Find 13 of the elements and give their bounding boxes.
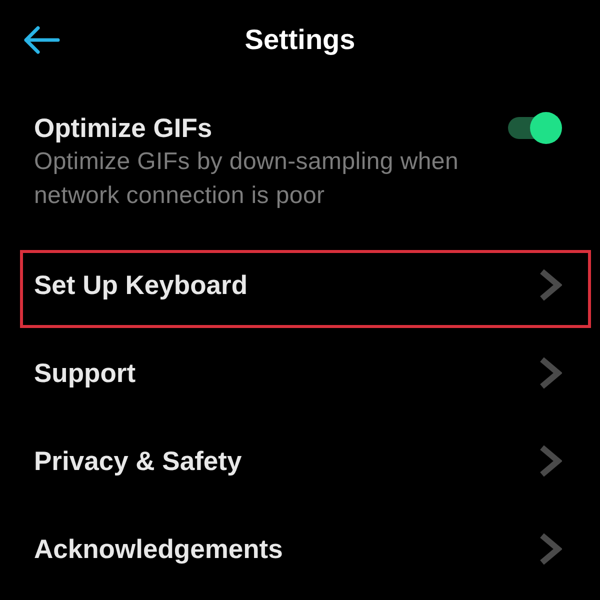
chevron-icon	[539, 357, 562, 389]
menu-item[interactable]: Acknowledgements	[20, 514, 591, 592]
chevron-icon	[539, 533, 562, 565]
setting-description: Optimize GIFs by down-sampling when network connection is poor	[34, 147, 460, 211]
menu-item[interactable]: Set Up Keyboard	[20, 250, 591, 328]
chevron-icon	[539, 269, 562, 301]
menu-item[interactable]: Privacy & Safety	[20, 426, 591, 504]
chevron-icon	[539, 445, 562, 477]
page-title: Settings	[244, 24, 356, 56]
setting-title: Optimize GIFs	[34, 112, 214, 145]
toggle-switch[interactable]	[508, 112, 562, 144]
menu-item[interactable]: Support	[20, 338, 591, 416]
back-arrow-icon[interactable]	[22, 25, 60, 55]
